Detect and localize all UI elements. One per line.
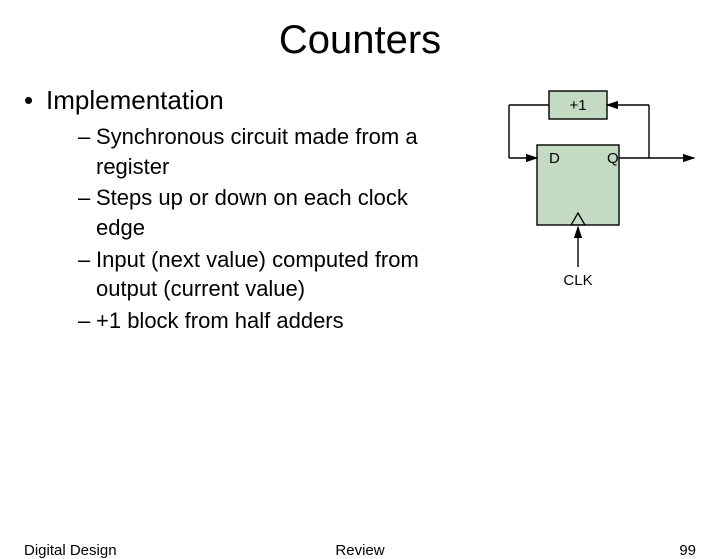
footer-page-number: 99 <box>679 542 696 559</box>
sub-bullet: –Synchronous circuit made from a registe… <box>78 122 454 181</box>
sub-bullet: –Steps up or down on each clock edge <box>78 183 454 242</box>
sub-bullet: –Input (next value) computed from output… <box>78 245 454 304</box>
sub-bullet-list: –Synchronous circuit made from a registe… <box>78 122 454 336</box>
footer-left: Digital Design <box>24 542 117 559</box>
dash-icon: – <box>78 306 90 336</box>
counter-diagram: +1 D Q CLK <box>454 85 714 345</box>
dash-icon: – <box>78 122 90 152</box>
sub-bullet-text: +1 block from half adders <box>96 308 344 333</box>
footer-center: Review <box>335 542 384 559</box>
heading-text: Implementation <box>46 85 224 115</box>
sub-bullet-text: Input (next value) computed from output … <box>96 247 419 302</box>
slide-title: Counters <box>0 18 720 63</box>
sub-bullet-text: Steps up or down on each clock edge <box>96 185 408 240</box>
dash-icon: – <box>78 245 90 275</box>
bullet-icon: • <box>24 85 46 116</box>
main-bullet: •Implementation <box>24 85 454 116</box>
clk-label: CLK <box>563 272 592 289</box>
q-label: Q <box>607 150 619 167</box>
sub-bullet-text: Synchronous circuit made from a register <box>96 124 418 179</box>
diagram-column: +1 D Q CLK <box>454 85 692 338</box>
incrementer-label: +1 <box>569 97 586 114</box>
text-column: •Implementation –Synchronous circuit mad… <box>24 85 454 338</box>
dash-icon: – <box>78 183 90 213</box>
d-label: D <box>549 150 560 167</box>
sub-bullet: –+1 block from half adders <box>78 306 454 336</box>
content-area: •Implementation –Synchronous circuit mad… <box>0 85 720 338</box>
